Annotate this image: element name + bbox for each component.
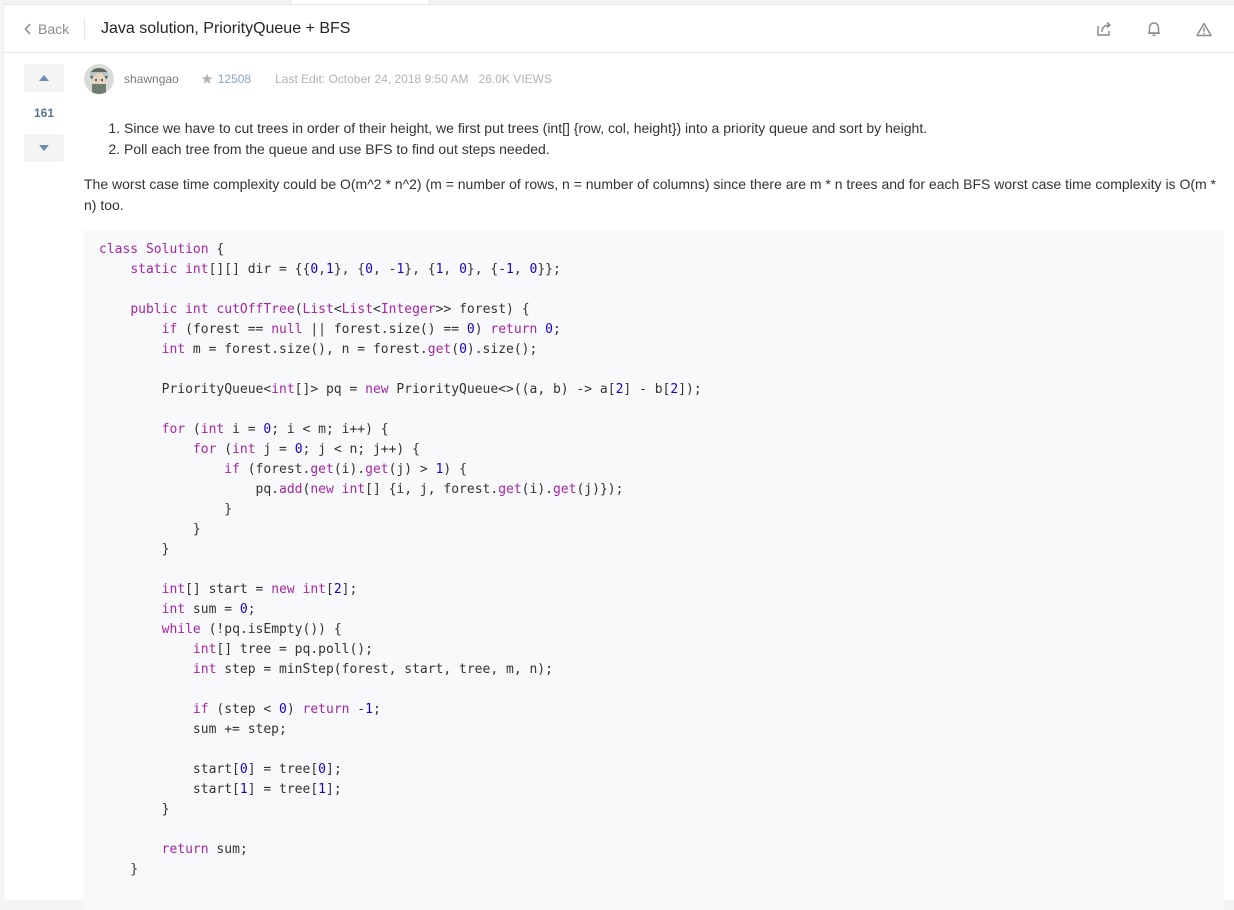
bell-icon[interactable] — [1144, 19, 1164, 39]
code-line: ​ — [99, 280, 1209, 300]
view-count: 26.0K VIEWS — [478, 72, 552, 86]
code-line: } — [99, 802, 170, 817]
last-edit: Last Edit: October 24, 2018 9:50 AM — [275, 72, 469, 86]
code-line: ​ — [99, 560, 1209, 580]
code-line: sum += step; — [99, 722, 287, 737]
code-line: } — [99, 862, 139, 877]
code-line: pq.add(new int[] {i, j, forest.get(i).ge… — [99, 482, 624, 497]
code-line: while (!pq.isEmpty()) { — [161, 622, 342, 637]
caret-up-icon — [39, 75, 49, 81]
caret-down-icon — [39, 145, 49, 151]
code-line: class Solution { — [99, 242, 225, 257]
code-line: int step = minStep(forest, start, tree, … — [192, 662, 553, 677]
complexity-paragraph: The worst case time complexity could be … — [84, 176, 1216, 213]
code-block: class Solution { static int[][] dir = {{… — [84, 230, 1224, 910]
steps-list: Since we have to cut trees in order of t… — [84, 118, 1224, 160]
list-item: Since we have to cut trees in order of t… — [124, 118, 1224, 139]
star-icon — [201, 73, 213, 84]
code-line: } — [99, 502, 233, 517]
code-line: ​ — [99, 360, 1209, 380]
code-line: for (int i = 0; i < m; i++) { — [161, 422, 389, 437]
vote-column: 161 — [24, 64, 64, 162]
post-meta: shawngao 12508 Last Edit: October 24, 20… — [84, 63, 552, 95]
code-line: int sum = 0; — [161, 602, 256, 617]
code-line: return sum; — [161, 842, 248, 857]
chevron-left-icon — [24, 23, 31, 35]
code-line: PriorityQueue<int[]> pq = new PriorityQu… — [99, 382, 702, 397]
back-button[interactable]: Back — [24, 19, 69, 39]
warning-icon[interactable] — [1194, 19, 1214, 39]
code-line: int[] start = new int[2]; — [161, 582, 358, 597]
reputation: 12508 — [201, 72, 251, 86]
code-line: start[0] = tree[0]; — [99, 762, 342, 777]
code-line: ​ — [99, 680, 1209, 700]
discussion-page: Back Java solution, PriorityQueue + BFS — [3, 0, 1234, 910]
post-title: Java solution, PriorityQueue + BFS — [101, 20, 351, 37]
code-line: if (forest.get(i).get(j) > 1) { — [224, 462, 467, 477]
code-line: int[] tree = pq.poll(); — [192, 642, 373, 657]
code-line: start[1] = tree[1]; — [99, 782, 342, 797]
code-line: if (forest == null || forest.size() == 0… — [161, 322, 561, 337]
code-line: } — [99, 522, 201, 537]
post-header: Back Java solution, PriorityQueue + BFS — [4, 4, 1234, 53]
share-icon[interactable] — [1094, 19, 1114, 39]
vote-count: 161 — [33, 106, 55, 120]
avatar[interactable] — [84, 64, 114, 94]
reputation-value: 12508 — [217, 72, 252, 86]
code-line: if (step < 0) return -1; — [192, 702, 381, 717]
header-divider — [84, 18, 85, 40]
code-line: ​ — [99, 820, 1209, 840]
code-line: ​ — [99, 740, 1209, 760]
code-line: public int cutOffTree(List<List<Integer>… — [130, 302, 530, 317]
list-item: Poll each tree from the queue and use BF… — [124, 139, 1224, 160]
code-line: static int[][] dir = {{0,1}, {0, -1}, {1… — [130, 262, 561, 277]
code-text: class Solution { static int[][] dir = {{… — [99, 240, 1209, 880]
code-line: for (int j = 0; j < n; j++) { — [192, 442, 420, 457]
downvote-button[interactable] — [24, 134, 64, 162]
author-name[interactable]: shawngao — [124, 72, 179, 86]
upvote-button[interactable] — [24, 64, 64, 92]
back-label: Back — [38, 21, 70, 37]
code-line: } — [99, 542, 170, 557]
post-content: Since we have to cut trees in order of t… — [84, 118, 1224, 230]
code-line: ​ — [99, 400, 1209, 420]
code-line: int m = forest.size(), n = forest.get(0)… — [161, 342, 538, 357]
